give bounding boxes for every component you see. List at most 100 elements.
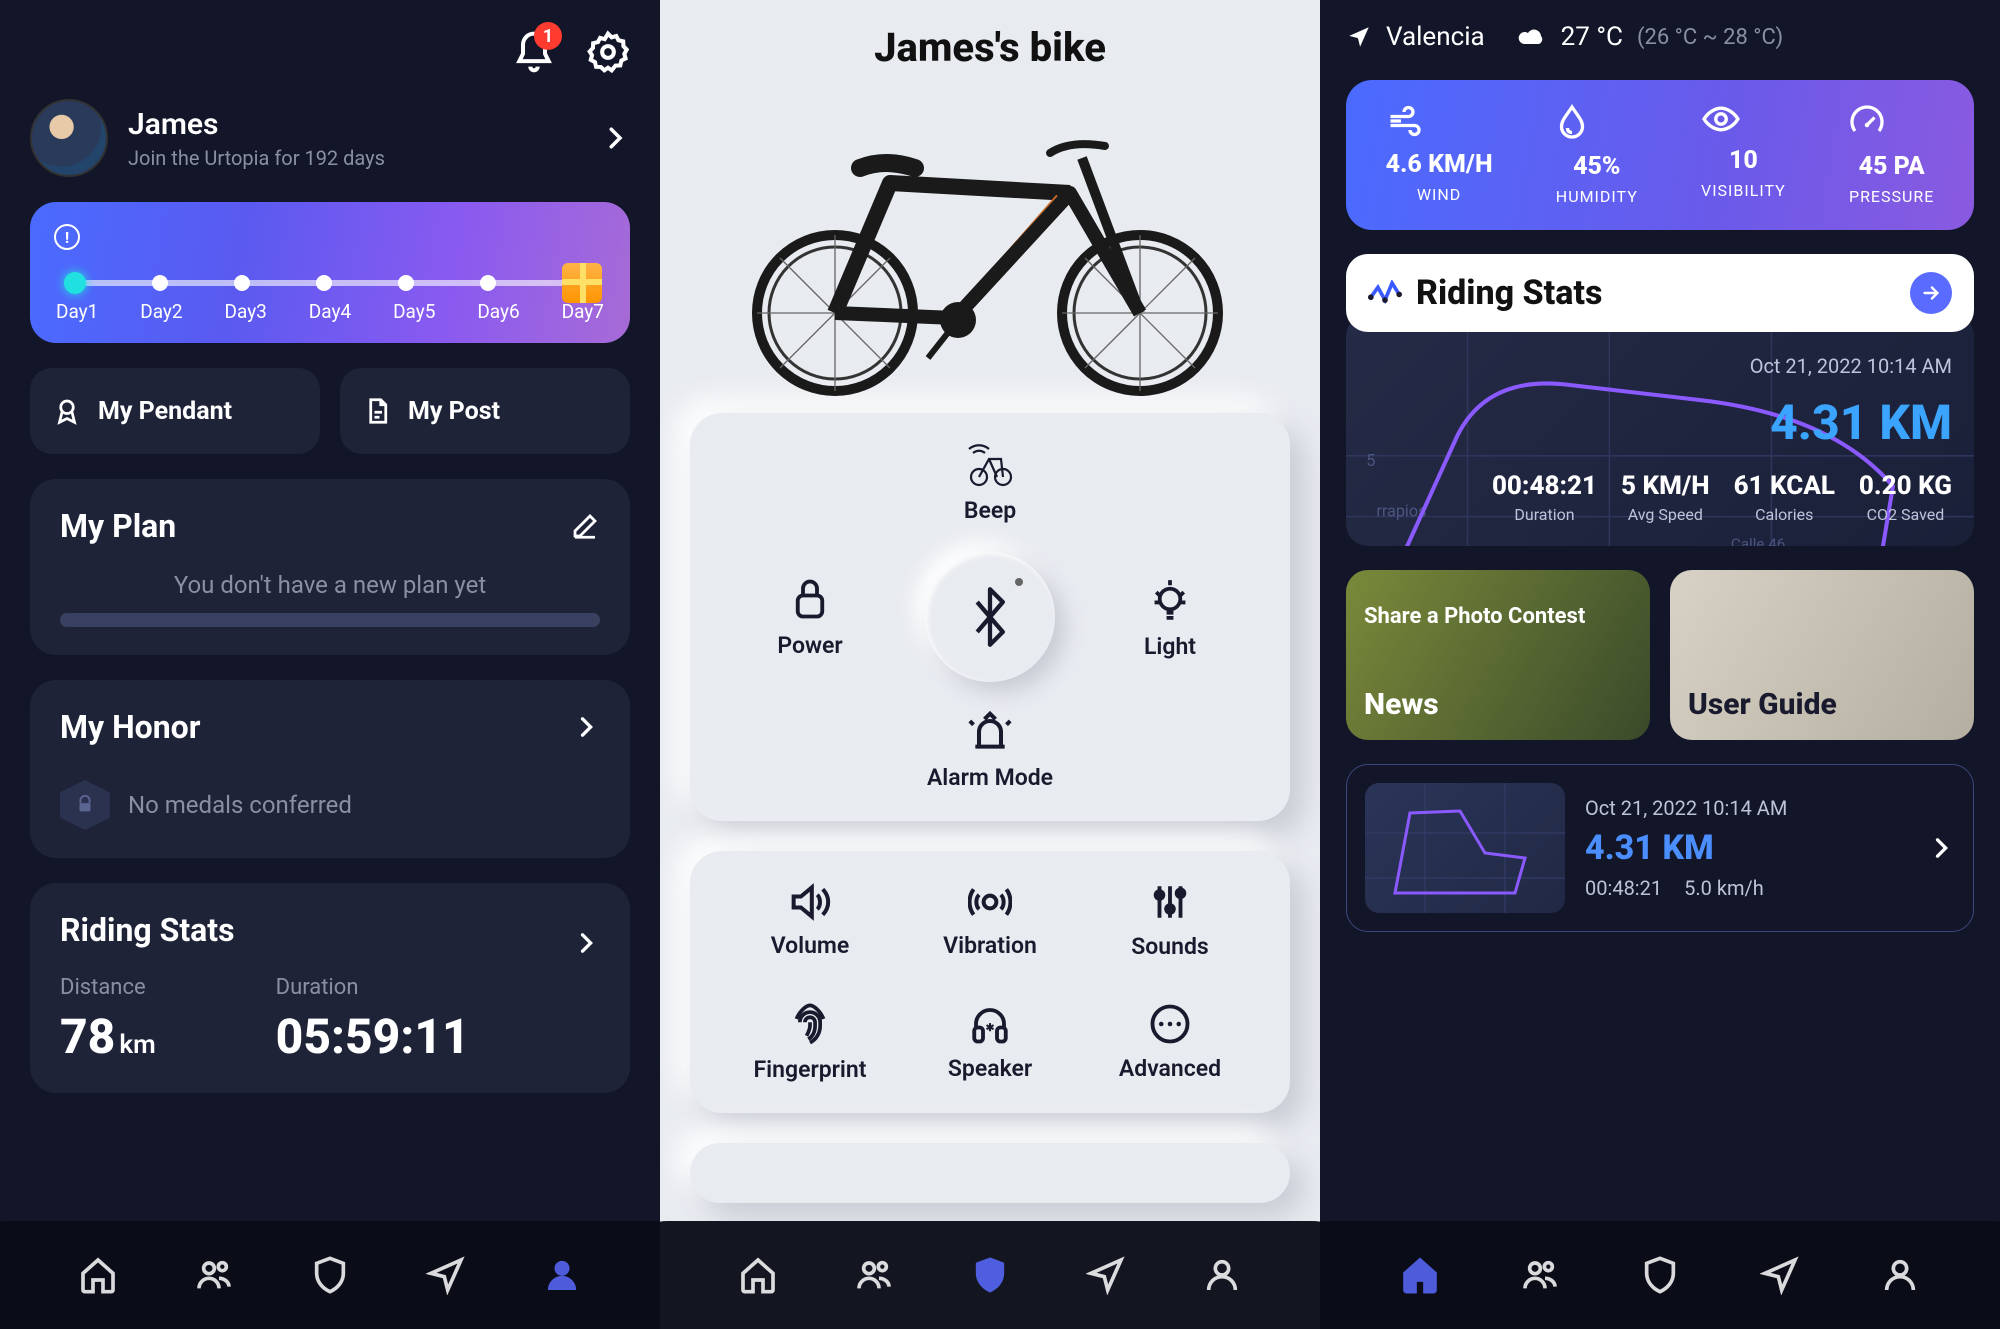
profile-row[interactable]: James Join the Urtopia for 192 days: [0, 84, 660, 202]
riding-stats-card[interactable]: Riding Stats Distance 78km Duration 05:5…: [30, 883, 630, 1093]
my-post-button[interactable]: My Post: [340, 368, 630, 454]
tab-home[interactable]: [1400, 1255, 1440, 1295]
tab-home[interactable]: [738, 1255, 778, 1295]
tab-navigate[interactable]: [1086, 1255, 1126, 1295]
fingerprint-button[interactable]: Fingerprint: [754, 1002, 867, 1083]
tab-navigate[interactable]: [426, 1255, 466, 1295]
progress-track: [64, 280, 596, 286]
go-button[interactable]: [1910, 272, 1952, 314]
guide-title: User Guide: [1688, 687, 1837, 722]
beep-button[interactable]: Beep: [964, 443, 1016, 524]
notifications-button[interactable]: 1: [512, 30, 556, 74]
tab-security[interactable]: [1640, 1255, 1680, 1295]
bike-image: [690, 83, 1290, 413]
ride-item-date: Oct 21, 2022 10:14 AM: [1585, 796, 1907, 820]
distance-unit: km: [119, 1030, 155, 1060]
chevron-right-icon: [1927, 834, 1955, 862]
tab-profile[interactable]: [542, 1255, 582, 1295]
tab-security[interactable]: [970, 1255, 1010, 1295]
vibration-icon: [968, 882, 1012, 922]
location-name: Valencia: [1386, 22, 1485, 52]
wind-label: WIND: [1386, 185, 1493, 204]
chevron-right-icon: [572, 929, 600, 957]
tab-profile[interactable]: [1202, 1255, 1242, 1295]
headphones-icon: ✱: [969, 1003, 1011, 1045]
speaker-button[interactable]: ✱ Speaker: [948, 1003, 1032, 1082]
distance-label: Distance: [60, 975, 156, 1000]
temperature-range: (26 °C ~ 28 °C): [1637, 25, 1783, 50]
volume-label: Volume: [771, 932, 850, 959]
advanced-button[interactable]: Advanced: [1119, 1003, 1221, 1082]
eye-icon: [1701, 104, 1741, 134]
pressure-label: PRESSURE: [1849, 187, 1934, 206]
ride-co2: 0.20 KG: [1859, 471, 1952, 501]
settings-button[interactable]: [586, 30, 630, 74]
user-guide-tile[interactable]: User Guide: [1670, 570, 1974, 740]
gauge-icon: [1849, 104, 1885, 140]
cloud-icon: [1517, 26, 1547, 48]
tab-community[interactable]: [194, 1255, 234, 1295]
tab-security[interactable]: [310, 1255, 350, 1295]
bulb-icon: [1149, 575, 1191, 623]
person-icon: [542, 1255, 582, 1295]
tab-profile[interactable]: [1880, 1255, 1920, 1295]
people-icon: [1520, 1255, 1560, 1295]
weekly-progress-card[interactable]: ! Day1 Day2 Day3 Day4 Day5 Day6 Day7: [30, 202, 630, 343]
riding-stats-title: Riding Stats: [1416, 273, 1602, 313]
my-honor-card[interactable]: My Honor No medals conferred: [30, 680, 630, 858]
humidity-value: 45%: [1556, 152, 1638, 181]
wind-value: 4.6 KM/H: [1386, 150, 1493, 179]
volume-icon: [788, 882, 832, 922]
advanced-label: Advanced: [1119, 1055, 1221, 1082]
my-honor-empty: No medals conferred: [128, 791, 352, 819]
svg-text:Calle 46: Calle 46: [1731, 535, 1785, 546]
ride-summary-card[interactable]: 5 rrapios Calle 46 Oct 21, 2022 10:14 AM…: [1346, 314, 1974, 546]
sounds-button[interactable]: Sounds: [1131, 881, 1209, 960]
sounds-label: Sounds: [1131, 933, 1209, 960]
extra-card[interactable]: [690, 1143, 1290, 1203]
ride-duration: 00:48:21: [1492, 471, 1597, 501]
edit-icon[interactable]: [570, 511, 600, 541]
day-label: Day5: [393, 300, 435, 323]
day-label: Day1: [56, 300, 98, 323]
notification-badge: 1: [534, 22, 562, 50]
day-label: Day7: [562, 300, 604, 323]
my-pendant-button[interactable]: My Pendant: [30, 368, 320, 454]
volume-button[interactable]: Volume: [771, 882, 850, 959]
tab-community[interactable]: [1520, 1255, 1560, 1295]
riding-stats-header[interactable]: Riding Stats: [1346, 254, 1974, 332]
bike-beep-icon: [965, 443, 1015, 487]
chevron-right-icon: [600, 123, 630, 153]
info-icon: !: [54, 224, 80, 250]
location-arrow-icon: [1760, 1255, 1800, 1295]
user-subtitle: Join the Urtopia for 192 days: [128, 146, 385, 170]
weather-card: 4.6 KM/H WIND 45% HUMIDITY 10 VISIBILITY…: [1346, 80, 1974, 230]
ride-distance: 4.31 KM: [1368, 394, 1952, 451]
my-pendant-label: My Pendant: [98, 397, 232, 426]
day-label: Day3: [225, 300, 267, 323]
news-tile[interactable]: Share a Photo Contest News: [1346, 570, 1650, 740]
location-arrow-icon: [1086, 1255, 1126, 1295]
alarm-label: Alarm Mode: [927, 764, 1053, 791]
sliders-icon: [1150, 881, 1190, 923]
light-button[interactable]: Light: [1144, 575, 1196, 660]
riding-stats-title: Riding Stats: [60, 911, 235, 949]
ride-history-item[interactable]: Oct 21, 2022 10:14 AM 4.31 KM 00:48:215.…: [1346, 764, 1974, 932]
news-title: News: [1364, 687, 1439, 722]
bluetooth-button[interactable]: [925, 552, 1055, 682]
location-arrow-icon: [426, 1255, 466, 1295]
my-plan-card[interactable]: My Plan You don't have a new plan yet: [30, 479, 630, 655]
ride-item-speed: 5.0 km/h: [1684, 876, 1764, 900]
tab-community[interactable]: [854, 1255, 894, 1295]
power-button[interactable]: Power: [777, 576, 842, 659]
vibration-button[interactable]: Vibration: [943, 882, 1037, 959]
shield-icon: [970, 1255, 1010, 1295]
my-honor-title: My Honor: [60, 708, 200, 746]
tab-home[interactable]: [78, 1255, 118, 1295]
alarm-mode-button[interactable]: Alarm Mode: [927, 710, 1053, 791]
arrow-right-icon: [1920, 282, 1942, 304]
medal-icon: [60, 780, 110, 830]
tab-navigate[interactable]: [1760, 1255, 1800, 1295]
day-label: Day4: [309, 300, 351, 323]
gear-icon: [586, 30, 630, 74]
